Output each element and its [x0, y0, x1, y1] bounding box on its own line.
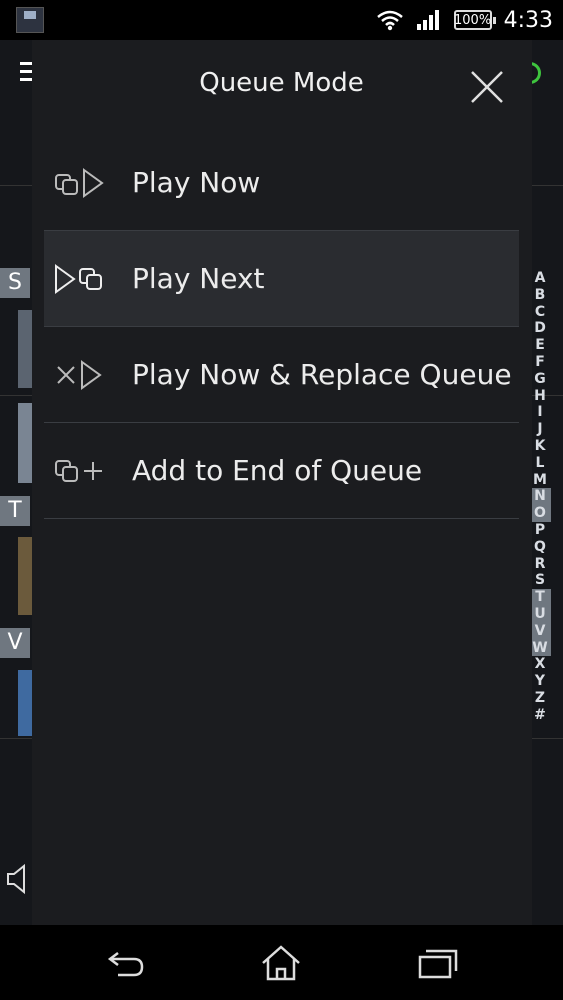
dialog-header: Queue Mode [0, 40, 563, 135]
alphabet-index-letter[interactable]: S [535, 572, 545, 589]
alphabet-index-letter[interactable]: P [535, 522, 545, 539]
album-thumbnail [18, 403, 32, 483]
alphabet-index-letter[interactable]: V [529, 622, 551, 640]
section-letter-v: V [0, 628, 30, 658]
close-icon[interactable] [470, 70, 504, 104]
play-next-item[interactable]: Play Next [44, 231, 519, 327]
speaker-icon [7, 863, 25, 895]
recent-apps-icon[interactable] [416, 943, 460, 983]
section-letter-s: S [0, 268, 30, 298]
alphabet-index-letter[interactable]: J [537, 421, 542, 438]
back-icon[interactable] [104, 943, 148, 983]
alphabet-index-letter[interactable]: A [535, 270, 546, 287]
alphabet-index-letter[interactable]: X [535, 656, 546, 673]
alphabet-index-letter[interactable]: O [529, 505, 551, 522]
navigation-bar [0, 925, 563, 1000]
alphabet-index-letter[interactable]: Q [534, 539, 546, 556]
alphabet-index-letter[interactable]: C [535, 304, 545, 321]
replace-queue-icon [57, 359, 102, 390]
battery-indicator: 100% [453, 10, 496, 30]
alphabet-index-letter[interactable]: G [534, 371, 546, 388]
alphabet-index-letter[interactable]: E [535, 337, 545, 354]
play-now-replace-queue-label: Play Now & Replace Queue [132, 358, 512, 391]
alphabet-index-letter[interactable]: K [535, 438, 546, 455]
notification-app-icon [16, 7, 44, 33]
home-icon[interactable] [259, 943, 303, 983]
status-bar: 100% 4:33 [0, 0, 563, 40]
alphabet-index-letter[interactable]: H [534, 388, 546, 405]
play-next-label: Play Next [132, 262, 265, 295]
alphabet-index[interactable]: A B C D E F G H I J K L M N O P Q R S T U V W X Y Z # [529, 270, 551, 724]
play-now-replace-queue-item[interactable]: Play Now & Replace Queue [44, 327, 519, 423]
alphabet-index-letter[interactable]: N [529, 488, 551, 506]
queue-mode-list: Play Now Play Next Play Now & Replace Qu… [32, 135, 532, 519]
play-now-item[interactable]: Play Now [44, 135, 519, 231]
alphabet-index-letter[interactable]: T [529, 589, 551, 606]
album-thumbnail [18, 310, 32, 388]
signal-icon [416, 10, 439, 30]
add-to-end-of-queue-item[interactable]: Add to End of Queue [44, 423, 519, 519]
play-next-icon [55, 263, 102, 294]
battery-text: 100% [454, 12, 492, 28]
alphabet-index-letter[interactable]: F [535, 354, 545, 371]
alphabet-index-letter[interactable]: # [534, 707, 546, 724]
play-now-label: Play Now [132, 166, 261, 199]
play-now-icon [55, 167, 104, 198]
section-letter-t: T [0, 496, 30, 526]
queue-mode-dialog: Queue Mode Play Now Play Next Play Now &… [32, 40, 532, 925]
add-to-queue-icon [55, 459, 102, 482]
add-to-end-of-queue-label: Add to End of Queue [132, 454, 423, 487]
album-thumbnail [18, 670, 32, 736]
alphabet-index-letter[interactable]: W [529, 639, 551, 657]
alphabet-index-letter[interactable]: B [535, 287, 546, 304]
alphabet-index-letter[interactable]: L [536, 455, 545, 472]
alphabet-index-letter[interactable]: Z [535, 690, 545, 707]
alphabet-index-letter[interactable]: U [529, 605, 551, 623]
alphabet-index-letter[interactable]: I [537, 404, 542, 421]
alphabet-index-letter[interactable]: D [534, 320, 546, 337]
alphabet-index-letter[interactable]: R [535, 556, 546, 573]
alphabet-index-letter[interactable]: M [533, 472, 547, 489]
album-thumbnail [18, 537, 32, 615]
alphabet-index-letter[interactable]: Y [535, 673, 545, 690]
wifi-icon [376, 10, 403, 31]
status-clock: 4:33 [503, 7, 553, 33]
